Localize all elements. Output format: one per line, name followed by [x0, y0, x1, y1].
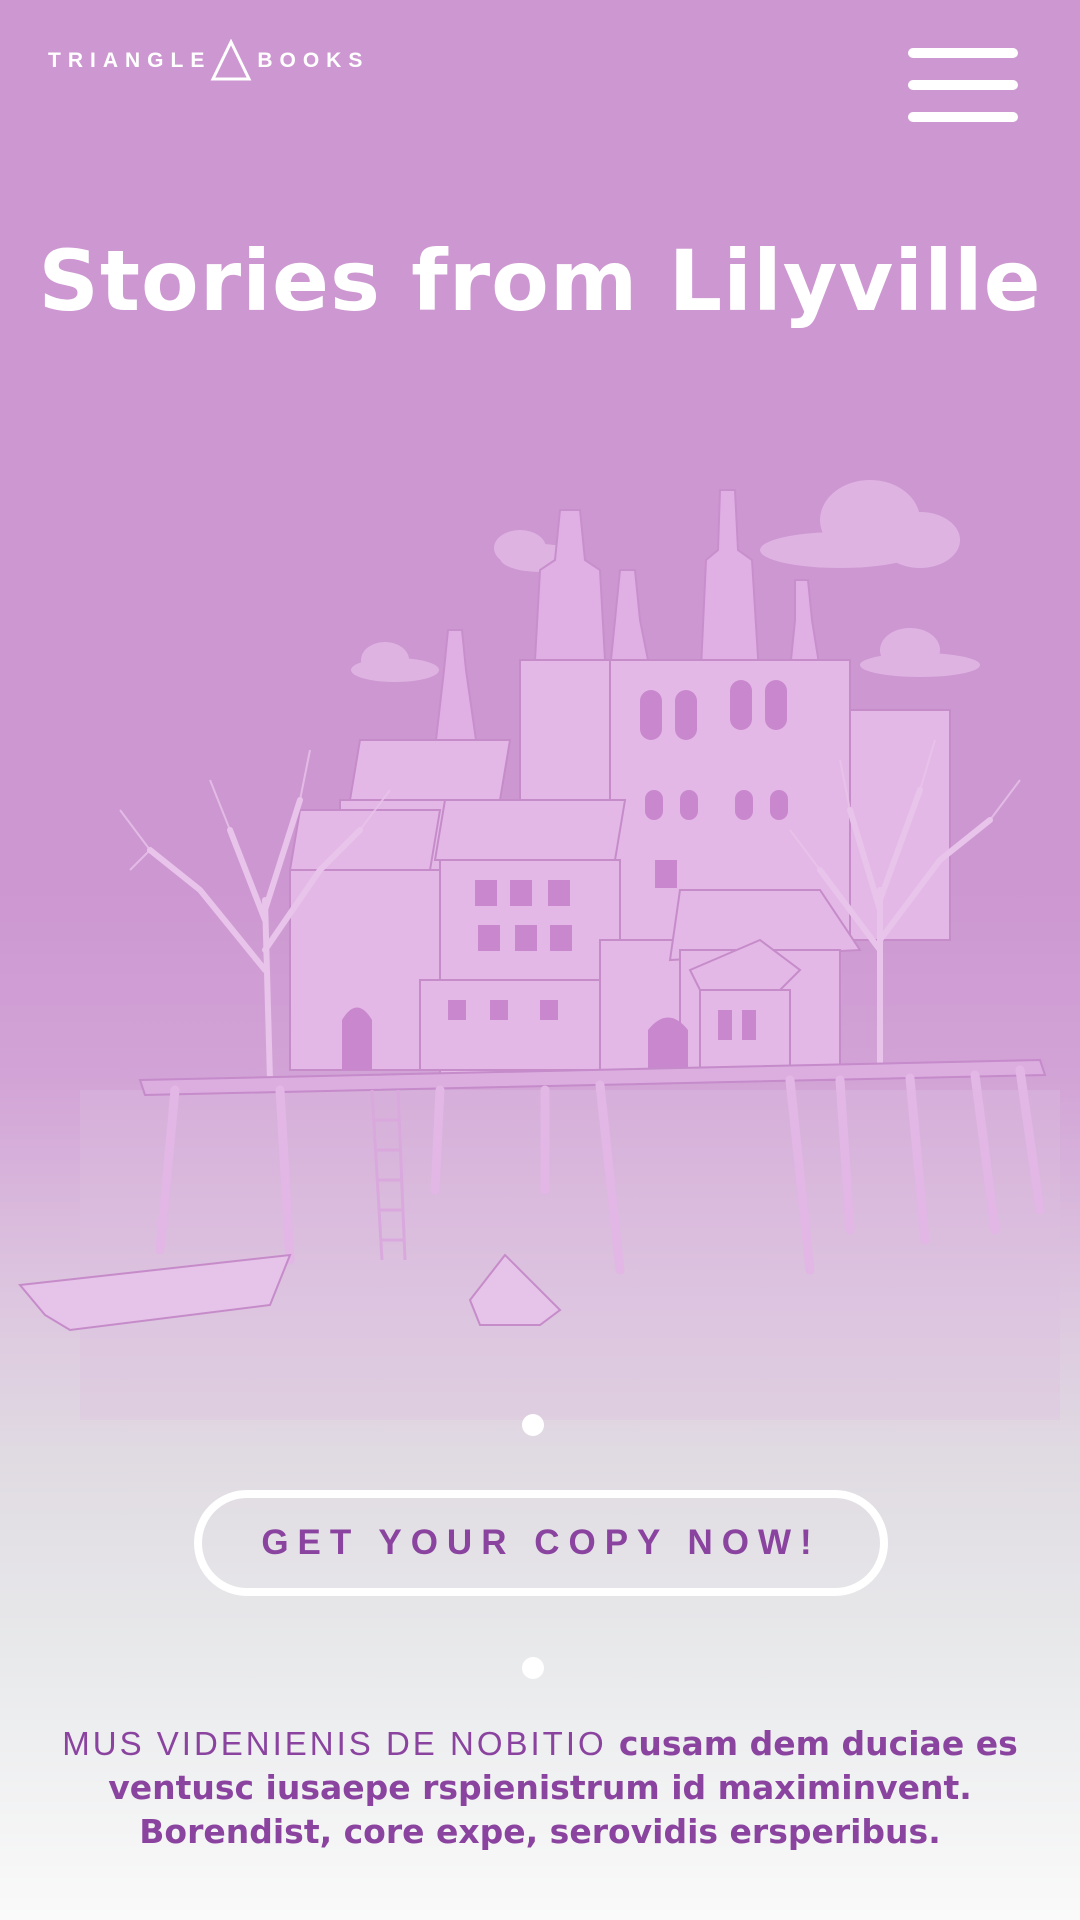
intro-text: MUS VIDENIENIS DE NOBITIO cusam dem duci…: [60, 1722, 1020, 1854]
brand-logo[interactable]: TRIANGLE BOOKS: [48, 38, 369, 84]
carousel-dot[interactable]: [522, 1414, 544, 1436]
logo-text-left: TRIANGLE: [48, 49, 212, 72]
hamburger-menu-icon[interactable]: [908, 48, 1020, 124]
town-illustration: [18, 480, 1060, 1420]
triangle-icon: [210, 39, 252, 81]
intro-lead: MUS VIDENIENIS DE NOBITIO: [62, 1725, 619, 1762]
get-copy-button[interactable]: GET YOUR COPY NOW!: [194, 1490, 888, 1596]
carousel-dot[interactable]: [522, 1657, 544, 1679]
logo-text-right: BOOKS: [257, 49, 370, 72]
page-title: Stories from Lilyville: [38, 232, 1042, 330]
